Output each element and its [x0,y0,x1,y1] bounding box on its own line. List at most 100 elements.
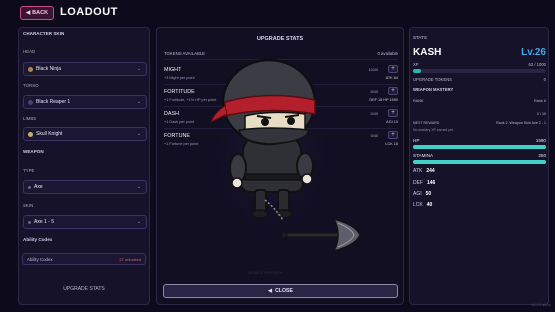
close-label: CLOSE [275,288,293,294]
torso-skin-icon [28,99,33,105]
top-bar: ◀ BACK LOADOUT [0,0,555,26]
stat-desc: +3 Might per point [164,76,195,80]
bullet-icon [28,220,31,224]
skin-value: Axe 1 - 5 [34,219,55,225]
rank-value: Rank 6 [533,99,546,103]
chevron-left-icon: ◀ [25,10,31,16]
head-value: Black Ninja [36,66,62,72]
stat-name: DASH [164,111,179,117]
chevron-down-icon: ⌄ [136,219,141,225]
hp-value: 1590 [535,138,546,143]
player-name: KASH [413,47,442,58]
stat-name: FORTUNE [164,133,190,139]
type-value: Axe [34,184,43,190]
version-label: v0.1.5 alpha [531,303,551,307]
next-reward-value: Rank 2: Weapon Skin Axe 2 - 1 [496,121,546,125]
upgrade-tokens-label: UPGRADE TOKENS [413,77,452,82]
lck-stat: LCK 40 [413,202,432,208]
weapon-preview [280,217,361,253]
limbs-value: Skull Knight [36,131,63,137]
chevron-down-icon: ⌄ [136,131,141,137]
def-value: 146 [427,180,436,186]
atk-value: 244 [426,168,435,174]
limbs-select[interactable]: Skull Knight ⌄ [23,127,147,141]
stat-desc: +1 Dash per point [164,120,195,124]
lck-label: LCK [413,202,423,208]
back-button[interactable]: ◀ BACK [20,6,54,20]
torso-label: TORSO [23,83,39,88]
xp-value: 62 / 1000 [528,62,546,67]
increase-fortitude-button[interactable]: + [388,87,398,95]
limbs-label: LIMBS [23,116,37,121]
ability-codex-title: Ability Codex [23,237,53,242]
ability-codex-field-label: Ability Codex [27,256,53,262]
hp-bar [413,145,546,149]
stats-title: STATS [413,35,427,40]
def-label: DEF [413,180,423,186]
bullet-icon [28,185,31,189]
upgrade-stats-title: UPGRADE STATS [256,36,304,42]
stat-name: MIGHT [164,67,182,73]
chevron-down-icon: ⌄ [136,184,141,190]
stat-level: 0/40 [370,134,378,138]
xp-label: XP [413,62,419,67]
watermark: MOBILE PREVIEW [248,270,283,275]
chevron-down-icon: ⌄ [136,66,141,72]
player-level: Lv.26 [521,47,546,58]
weapon-title: WEAPON [23,149,44,154]
agi-stat: AGI 50 [413,191,431,197]
limbs-skin-icon [28,131,33,137]
stat-level: 10/40 [368,68,378,72]
stamina-label: STAMINA [413,153,434,158]
stat-effect: DEF 16 HP 1590 [369,98,398,102]
weapon-type-select[interactable]: Axe ⌄ [23,180,147,194]
back-label: BACK [32,10,49,16]
upgrade-stats-button[interactable]: UPGRADE STATS [22,286,146,292]
stat-effect: AGI 10 [386,120,398,124]
weapon-mastery-title: WEAPON MASTERY [413,87,454,92]
xp-bar [413,69,546,73]
page-title: LOADOUT [60,6,118,18]
increase-might-button[interactable]: + [388,65,398,73]
stat-effect: LCK 16 [385,142,398,146]
tokens-available-label: TOKENS AVAILABLE [164,51,206,56]
hp-bar-fill [413,145,546,149]
stamina-value: 250 [538,153,546,158]
codex-badge: 27 unlocked [119,257,141,262]
head-select[interactable]: Black Ninja ⌄ [23,62,147,76]
upgrade-tokens-value: 0 [543,77,546,82]
increase-dash-button[interactable]: + [388,109,398,117]
character-skin-title: CHARACTER SKIN [23,31,65,36]
agi-label: AGI [413,191,422,197]
stat-effect: ATK 64 [385,76,398,80]
caret-left-icon: ◀ [268,288,273,294]
head-skin-icon [28,66,33,72]
atk-label: ATK [413,168,423,174]
rank-label: RANK [413,99,424,103]
stat-name: FORTITUDE [164,89,195,95]
skin-label: SKIN [23,203,34,208]
stat-level: 0/40 [370,112,378,116]
next-reward-label: NEXT REWARD [413,121,440,125]
increase-fortune-button[interactable]: + [388,131,398,139]
stat-desc: +1 Fortune per point [164,142,199,146]
stamina-bar-fill [413,160,546,164]
type-label: TYPE [23,168,35,173]
torso-value: Black Reaper 1 [36,99,71,105]
stat-level: 5/40 [370,90,378,94]
def-stat: DEF 146 [413,180,435,186]
chevron-down-icon: ⌄ [136,99,141,105]
close-button[interactable]: ◀ CLOSE [163,284,398,298]
mastery-progress: 0 / 10 [537,112,546,116]
ability-codex-field[interactable]: Ability Codex 27 unlocked [22,253,146,265]
head-label: HEAD [23,49,36,54]
lck-value: 40 [426,202,433,208]
mastery-note: No mastery XP earned yet. [413,128,454,132]
hp-label: HP [413,138,420,143]
torso-select[interactable]: Black Reaper 1 ⌄ [23,95,147,109]
tokens-available-value: 0 available [377,51,398,56]
atk-stat: ATK 244 [413,168,435,174]
xp-bar-fill [413,69,422,73]
weapon-skin-select[interactable]: Axe 1 - 5 ⌄ [23,215,147,229]
agi-value: 50 [425,191,432,197]
